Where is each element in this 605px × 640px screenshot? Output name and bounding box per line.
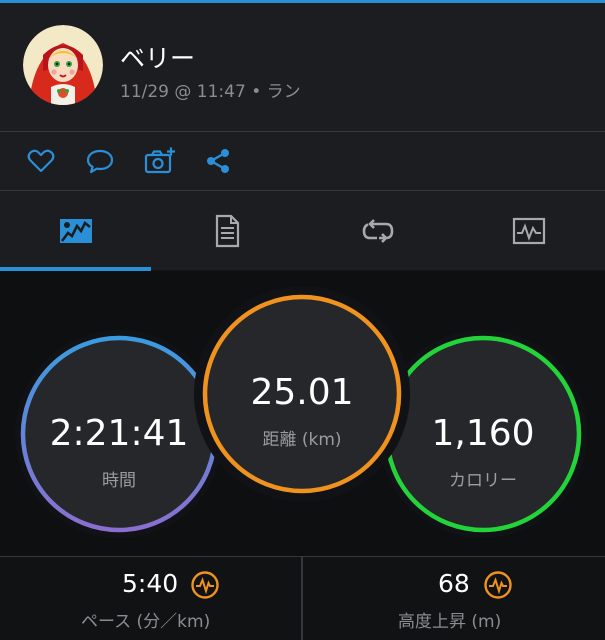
gauge-icon bbox=[191, 571, 219, 599]
heart-icon[interactable] bbox=[26, 146, 56, 176]
user-name[interactable]: ベリー bbox=[120, 39, 195, 75]
chart-icon bbox=[512, 217, 546, 245]
distance-stat[interactable]: 25.01 距離 (km) bbox=[212, 372, 392, 450]
map-icon bbox=[60, 219, 92, 243]
tab-bar bbox=[0, 191, 605, 270]
tab-details[interactable] bbox=[151, 191, 302, 270]
elevation-label: 高度上昇 (m) bbox=[398, 612, 502, 632]
avatar[interactable] bbox=[23, 25, 103, 105]
pace-label: ペース (分／km) bbox=[81, 612, 211, 632]
tab-map[interactable] bbox=[0, 191, 151, 270]
tab-laps[interactable] bbox=[302, 191, 453, 270]
metrics-divider bbox=[301, 557, 303, 640]
document-icon bbox=[215, 214, 240, 248]
activity-meta: 11/29 @ 11:47 • ラン bbox=[120, 82, 301, 102]
elevation-value: 68 bbox=[438, 569, 470, 598]
add-photo-icon[interactable] bbox=[144, 146, 175, 176]
action-bar bbox=[0, 132, 605, 190]
time-label: 時間 bbox=[102, 471, 136, 491]
gauge-icon bbox=[484, 571, 512, 599]
activity-header: ベリー 11/29 @ 11:47 • ラン bbox=[0, 3, 605, 131]
distance-label: 距離 (km) bbox=[262, 430, 342, 450]
calories-stat[interactable]: 1,160 カロリー bbox=[393, 413, 573, 491]
time-stat[interactable]: 2:21:41 時間 bbox=[29, 413, 209, 491]
distance-value: 25.01 bbox=[250, 372, 354, 413]
calories-value: 1,160 bbox=[431, 413, 535, 454]
pace-value: 5:40 bbox=[122, 569, 179, 598]
pace-metric[interactable]: 5:40 ペース (分／km) bbox=[0, 557, 301, 640]
tab-charts[interactable] bbox=[453, 191, 604, 270]
comment-icon[interactable] bbox=[85, 146, 115, 176]
share-icon[interactable] bbox=[203, 146, 233, 176]
stats-panel: 2:21:41 時間 25.01 距離 (km) 1,160 カロリー bbox=[0, 271, 605, 556]
calories-label: カロリー bbox=[449, 471, 517, 491]
time-value: 2:21:41 bbox=[49, 413, 189, 454]
laps-icon bbox=[362, 219, 394, 243]
elevation-metric[interactable]: 68 高度上昇 (m) bbox=[303, 557, 605, 640]
